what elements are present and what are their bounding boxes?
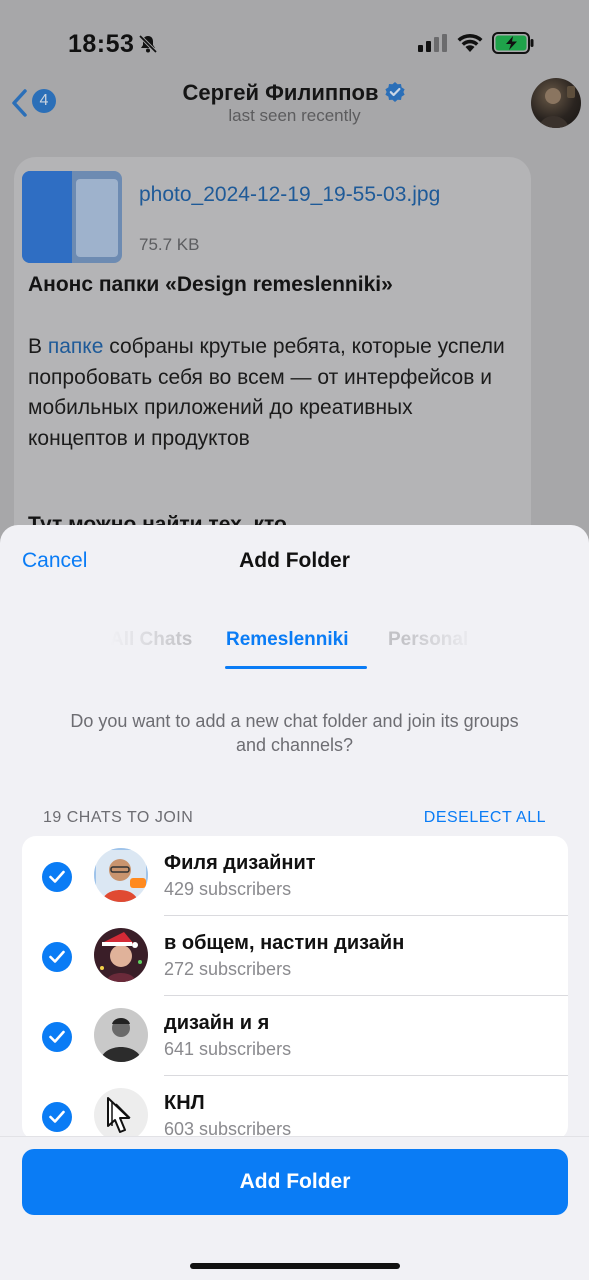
- chat-name: Филя дизайнит: [164, 852, 316, 874]
- checkmark-icon[interactable]: [42, 1102, 72, 1132]
- chats-count-label: 19 CHATS TO JOIN: [43, 809, 194, 826]
- chat-name: КНЛ: [164, 1092, 205, 1114]
- muted-bell-icon: [138, 34, 158, 54]
- post-body-link[interactable]: папке: [48, 335, 104, 358]
- chat-row[interactable]: дизайн и я 641 subscribers: [22, 996, 568, 1076]
- post-body: В папке собраны крутые ребята, которые у…: [28, 332, 508, 454]
- chat-row[interactable]: КНЛ 603 subscribers: [22, 1076, 568, 1140]
- post-title: Анонс папки «Design remeslenniki»: [28, 273, 393, 296]
- folder-description: Do you want to add a new chat folder and…: [70, 711, 519, 755]
- chat-title-text: Сергей Филиппов: [182, 80, 379, 105]
- checkmark-icon[interactable]: [42, 1022, 72, 1052]
- chat-row[interactable]: Филя дизайнит 429 subscribers: [22, 836, 568, 916]
- message-bubble: photo_2024-12-19_19-55-03.jpg 75.7 KB Ан…: [14, 157, 531, 577]
- chat-title: Сергей Филиппов: [0, 80, 589, 106]
- file-size: 75.7 KB: [139, 235, 200, 254]
- wifi-icon: [457, 33, 483, 52]
- chat-row[interactable]: в общем, настин дизайн 272 subscribers: [22, 916, 568, 996]
- chat-name: дизайн и я: [164, 1012, 270, 1034]
- chat-subscribers: 272 subscribers: [164, 959, 292, 979]
- bottom-action-bar: Add Folder: [0, 1136, 589, 1280]
- chat-subscribers: 429 subscribers: [164, 879, 292, 899]
- peer-avatar[interactable]: [531, 78, 581, 128]
- chat-avatar: [94, 1088, 148, 1140]
- tab-remeslenniki[interactable]: Remeslenniki: [226, 629, 349, 651]
- last-seen-status: last seen recently: [228, 106, 361, 125]
- tab-personal[interactable]: Personal: [388, 629, 468, 651]
- sheet-title: Add Folder: [239, 549, 350, 572]
- chats-list: Филя дизайнит 429 subscribers в общем, н…: [22, 836, 568, 1140]
- checkmark-icon[interactable]: [42, 942, 72, 972]
- chat-avatar: [94, 848, 148, 902]
- photo-thumbnail[interactable]: [22, 171, 122, 263]
- post-body-prefix: В: [28, 335, 48, 358]
- tab-all-chats[interactable]: All Chats: [110, 629, 192, 651]
- battery-charging-icon: [492, 32, 534, 54]
- chat-header: 4 Сергей Филиппов last seen recently: [0, 72, 589, 132]
- chat-name: в общем, настин дизайн: [164, 932, 405, 954]
- status-bar: 18:53: [0, 0, 589, 80]
- deselect-all-button[interactable]: DESELECT ALL: [424, 809, 546, 827]
- checkmark-icon[interactable]: [42, 862, 72, 892]
- add-folder-sheet: Cancel Add Folder All Chats Remeslenniki…: [0, 525, 589, 1280]
- folder-tabs: All Chats Remeslenniki Personal: [110, 620, 480, 670]
- chat-subscribers: 641 subscribers: [164, 1039, 292, 1059]
- cellular-signal-icon: [418, 34, 447, 52]
- active-tab-indicator: [225, 666, 367, 669]
- file-name[interactable]: photo_2024-12-19_19-55-03.jpg: [139, 181, 469, 208]
- status-time: 18:53: [68, 30, 135, 58]
- add-folder-button[interactable]: Add Folder: [22, 1149, 568, 1215]
- chat-avatar: [94, 1008, 148, 1062]
- home-indicator: [190, 1263, 400, 1269]
- chat-avatar: [94, 928, 148, 982]
- verified-badge-icon: [385, 82, 406, 102]
